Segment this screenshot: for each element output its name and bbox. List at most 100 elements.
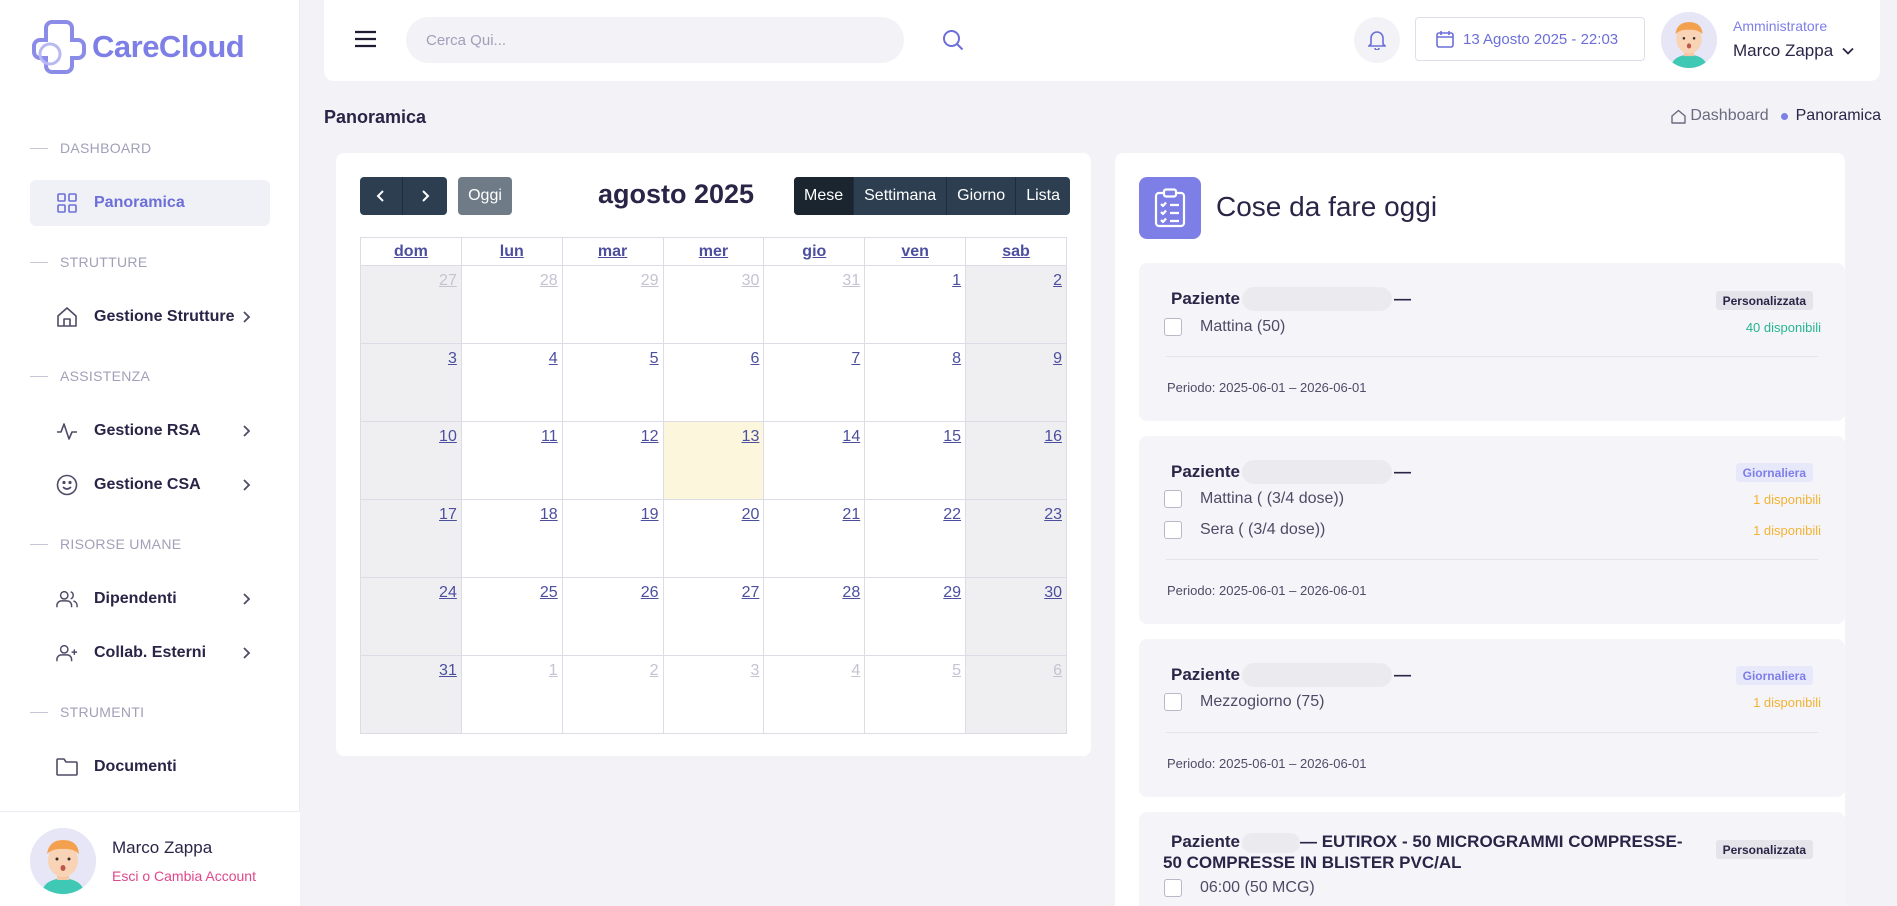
dose-item[interactable]: 06:00 (50 MCG) — [1164, 879, 1315, 897]
day-cell[interactable]: 21 — [763, 499, 866, 578]
sidebar-item-collab-esterni[interactable]: Collab. Esterni — [30, 630, 270, 676]
user-menu-toggle[interactable]: Marco Zappa — [1733, 41, 1855, 61]
weekday-header[interactable]: dom — [360, 237, 462, 266]
day-cell[interactable]: 1 — [460, 655, 563, 734]
sidebar-item-gestione-strutture[interactable]: Gestione Strutture — [30, 294, 270, 340]
day-cell[interactable]: 12 — [561, 421, 664, 500]
search-icon[interactable] — [942, 29, 964, 51]
day-cell[interactable]: 1 — [864, 265, 967, 344]
prev-month-button[interactable] — [360, 177, 403, 215]
month-grid: dom lun mar mer gio ven sab 27 28 29 30 … — [360, 237, 1067, 734]
dose-checkbox[interactable] — [1164, 521, 1182, 539]
home-icon — [1671, 109, 1687, 124]
day-cell[interactable]: 31 — [763, 265, 866, 344]
day-cell[interactable]: 30 — [662, 265, 765, 344]
weekday-header[interactable]: gio — [763, 237, 866, 266]
breadcrumb-current: Panoramica — [1795, 107, 1881, 124]
search-input[interactable] — [406, 17, 846, 63]
sidebar-item-label: Panoramica — [94, 194, 185, 211]
weekday-header[interactable]: ven — [864, 237, 967, 266]
sidebar-item-label: Gestione Strutture — [94, 308, 235, 325]
day-cell[interactable]: 6 — [662, 343, 765, 422]
day-cell[interactable]: 16 — [965, 421, 1067, 500]
day-cell[interactable]: 31 — [360, 655, 462, 734]
weekday-header[interactable]: mar — [561, 237, 664, 266]
dose-item[interactable]: Mezzogiorno (75) — [1164, 693, 1325, 711]
breadcrumb-dashboard[interactable]: Dashboard — [1690, 107, 1768, 125]
day-cell[interactable]: 26 — [561, 577, 664, 656]
day-cell[interactable]: 19 — [561, 499, 664, 578]
day-cell[interactable]: 7 — [763, 343, 866, 422]
switch-account-link[interactable]: Esci o Cambia Account — [112, 868, 256, 884]
day-cell[interactable]: 4 — [763, 655, 866, 734]
dose-item[interactable]: Mattina (50) — [1164, 318, 1285, 336]
task-patient: Paziente — — [1171, 663, 1411, 687]
sidebar-item-panoramica[interactable]: Panoramica — [30, 180, 270, 226]
day-cell[interactable]: 17 — [360, 499, 462, 578]
day-cell-today[interactable]: 13 — [662, 421, 765, 500]
brand-logo[interactable]: CareCloud — [30, 18, 245, 76]
view-day-button[interactable]: Giorno — [946, 177, 1015, 215]
today-button[interactable]: Oggi — [458, 177, 512, 215]
day-cell[interactable]: 29 — [561, 265, 664, 344]
day-cell[interactable]: 3 — [662, 655, 765, 734]
task-type-badge: Giornaliera — [1735, 666, 1813, 685]
dose-checkbox[interactable] — [1164, 693, 1182, 711]
weekday-header[interactable]: lun — [460, 237, 563, 266]
day-cell[interactable]: 15 — [864, 421, 967, 500]
sidebar-item-gestione-rsa[interactable]: Gestione RSA — [30, 408, 270, 454]
view-list-button[interactable]: Lista — [1015, 177, 1070, 215]
dose-checkbox[interactable] — [1164, 318, 1182, 336]
day-cell[interactable]: 11 — [460, 421, 563, 500]
day-cell[interactable]: 28 — [460, 265, 563, 344]
task-card: Paziente — Giornaliera Mattina ( (3/4 do… — [1139, 436, 1845, 624]
day-cell[interactable]: 2 — [561, 655, 664, 734]
day-cell[interactable]: 22 — [864, 499, 967, 578]
avatar[interactable] — [30, 828, 96, 894]
weekday-header[interactable]: sab — [965, 237, 1067, 266]
day-cell[interactable]: 2 — [965, 265, 1067, 344]
day-cell[interactable]: 25 — [460, 577, 563, 656]
day-cell[interactable]: 6 — [965, 655, 1067, 734]
day-cell[interactable]: 23 — [965, 499, 1067, 578]
user-role: Amministratore — [1733, 18, 1828, 34]
day-cell[interactable]: 8 — [864, 343, 967, 422]
dose-checkbox[interactable] — [1164, 879, 1182, 897]
weekday-header[interactable]: mer — [662, 237, 765, 266]
day-cell[interactable]: 5 — [561, 343, 664, 422]
day-cell[interactable]: 9 — [965, 343, 1067, 422]
task-card: Paziente — Personalizzata Mattina (50) 4… — [1139, 263, 1845, 421]
day-cell[interactable]: 10 — [360, 421, 462, 500]
view-month-button[interactable]: Mese — [794, 177, 854, 215]
hamburger-menu-icon[interactable] — [355, 30, 376, 48]
current-datetime[interactable]: 13 Agosto 2025 - 22:03 — [1415, 17, 1645, 61]
chevron-right-icon — [243, 311, 251, 323]
day-cell[interactable]: 18 — [460, 499, 563, 578]
sidebar-account: Marco Zappa Esci o Cambia Account — [0, 811, 300, 906]
dose-item[interactable]: Mattina ( (3/4 dose)) — [1164, 490, 1344, 508]
day-cell[interactable]: 27 — [360, 265, 462, 344]
avatar[interactable] — [1661, 12, 1717, 68]
day-cell[interactable]: 29 — [864, 577, 967, 656]
top-header: 13 Agosto 2025 - 22:03 Amministratore Ma… — [324, 0, 1880, 81]
day-cell[interactable]: 28 — [763, 577, 866, 656]
chevron-left-icon — [376, 190, 384, 202]
section-assistenza: ASSISTENZA — [30, 368, 150, 384]
view-week-button[interactable]: Settimana — [853, 177, 946, 215]
notifications-button[interactable] — [1354, 17, 1400, 63]
day-cell[interactable]: 4 — [460, 343, 563, 422]
day-cell[interactable]: 24 — [360, 577, 462, 656]
day-cell[interactable]: 20 — [662, 499, 765, 578]
dose-item[interactable]: Sera ( (3/4 dose)) — [1164, 521, 1325, 539]
folder-icon — [56, 756, 78, 778]
day-cell[interactable]: 3 — [360, 343, 462, 422]
day-cell[interactable]: 14 — [763, 421, 866, 500]
dose-checkbox[interactable] — [1164, 490, 1182, 508]
next-month-button[interactable] — [403, 177, 446, 215]
day-cell[interactable]: 5 — [864, 655, 967, 734]
day-cell[interactable]: 27 — [662, 577, 765, 656]
day-cell[interactable]: 30 — [965, 577, 1067, 656]
sidebar-item-documenti[interactable]: Documenti — [30, 744, 270, 790]
sidebar-item-gestione-csa[interactable]: Gestione CSA — [30, 462, 270, 508]
sidebar-item-dipendenti[interactable]: Dipendenti — [30, 576, 270, 622]
